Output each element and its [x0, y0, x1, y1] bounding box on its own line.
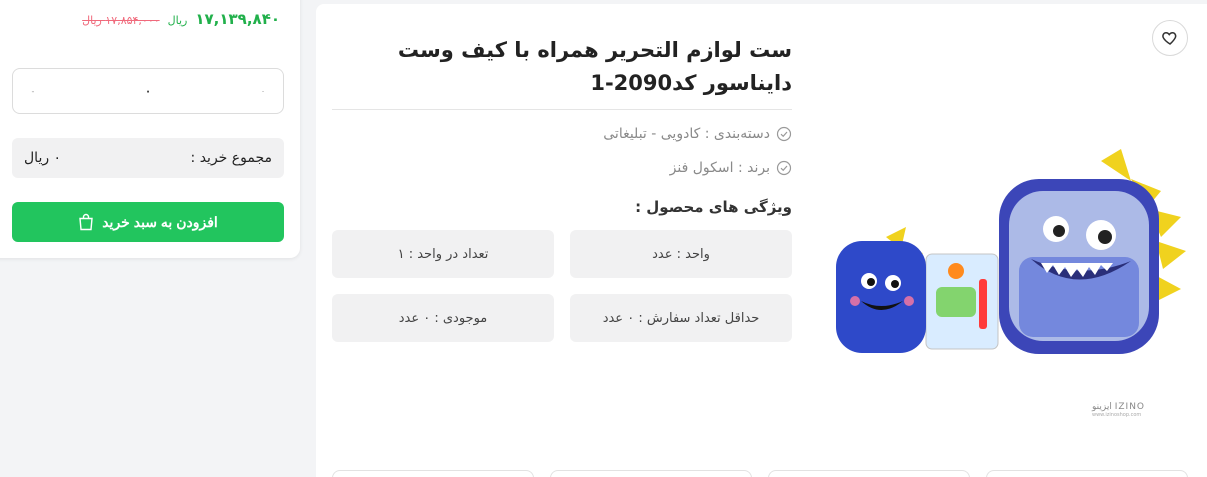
total-box: مجموع خرید : ۰ ریال	[12, 138, 284, 178]
favorite-button[interactable]	[1152, 20, 1188, 56]
product-image	[836, 149, 1186, 354]
feature-stock: موجودی : ۰ عدد	[332, 294, 554, 342]
purchase-box: ۱۷,۱۳۹,۸۴۰ ریال ۱۷,۸۵۴,۰۰۰ ریال - ۰ ٠ مج…	[0, 0, 300, 258]
price-row: ۱۷,۱۳۹,۸۴۰ ریال ۱۷,۸۵۴,۰۰۰ ریال	[80, 10, 280, 28]
watermark: ایزینو IZINO www.izinoshop.com	[1092, 402, 1145, 418]
total-label: مجموع خرید :	[190, 150, 272, 166]
product-category[interactable]: دسته‌بندی : کادویی - تبلیغاتی	[332, 126, 792, 142]
tab-3[interactable]	[550, 470, 752, 477]
features-grid: واحد : عدد تعداد در واحد : ۱ حداقل تعداد…	[332, 230, 792, 342]
feature-min-order: حداقل تعداد سفارش : ۰ عدد	[570, 294, 792, 342]
qty-plus-button[interactable]: ٠	[257, 87, 269, 96]
check-circle-icon	[776, 160, 792, 176]
tab-2[interactable]	[768, 470, 970, 477]
brand-text: برند : اسکول فنز	[669, 160, 770, 176]
quantity-stepper: - ۰ ٠	[12, 68, 284, 114]
price-unit: ریال	[167, 14, 188, 27]
total-value: ۰ ریال	[24, 150, 62, 166]
product-info: ست لوازم التحریر همراه با کیف وست دایناس…	[332, 34, 792, 342]
feature-unit-count: تعداد در واحد : ۱	[332, 230, 554, 278]
tab-4[interactable]	[332, 470, 534, 477]
watermark-brand: IZINO	[1114, 402, 1146, 412]
shopping-bag-icon	[79, 213, 93, 231]
product-brand[interactable]: برند : اسکول فنز	[332, 160, 792, 176]
feature-unit: واحد : عدد	[570, 230, 792, 278]
price-old: ۱۷,۸۵۴,۰۰۰ ریال	[82, 14, 160, 27]
tab-1[interactable]	[986, 470, 1188, 477]
category-text: دسته‌بندی : کادویی - تبلیغاتی	[603, 126, 770, 142]
qty-value[interactable]: ۰	[144, 82, 152, 100]
add-to-cart-label: افزودن به سبد خرید	[102, 213, 218, 230]
product-page: ایزینو IZINO www.izinoshop.com ست لوازم …	[0, 0, 1207, 477]
bottom-tabs	[332, 470, 1192, 477]
features-title: ویژگی های محصول :	[635, 198, 792, 216]
check-circle-icon	[776, 126, 792, 142]
qty-minus-button[interactable]: -	[27, 87, 39, 96]
heart-icon	[1162, 31, 1177, 45]
product-card: ایزینو IZINO www.izinoshop.com ست لوازم …	[316, 4, 1207, 477]
watermark-fa: ایزینو	[1092, 402, 1112, 412]
watermark-url: www.izinoshop.com	[1092, 412, 1142, 418]
add-to-cart-button[interactable]: افزودن به سبد خرید	[12, 202, 284, 242]
price-new: ۱۷,۱۳۹,۸۴۰	[195, 10, 280, 28]
product-title: ست لوازم التحریر همراه با کیف وست دایناس…	[332, 34, 792, 110]
